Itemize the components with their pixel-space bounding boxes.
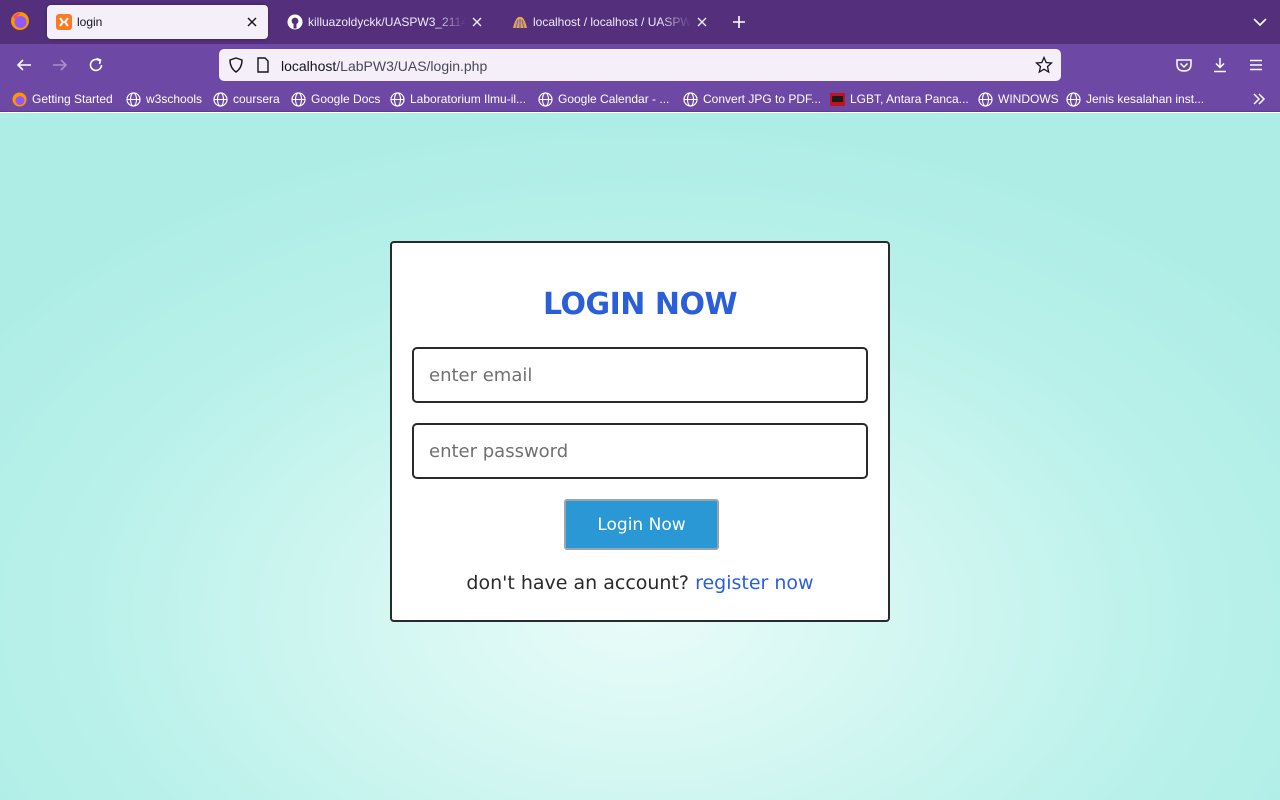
globe-icon [291,91,306,107]
tab-title: login [77,16,103,29]
url-path: /LabPW3/UAS/login.php [336,58,488,74]
close-tab-icon[interactable] [470,15,484,29]
close-tab-icon[interactable] [245,15,259,29]
bookmark-label: LGBT, Antara Panca... [850,92,969,106]
bookmark-google-calendar[interactable]: Google Calendar - ... [538,90,669,108]
url-text[interactable]: localhost/LabPW3/UAS/login.php [281,58,487,74]
globe-icon [1066,91,1081,107]
bookmark-windows[interactable]: WINDOWS [978,90,1059,108]
tab-strip: login killuazoldyckk/UASPW3_2114010 loca… [0,0,1280,44]
firefox-icon [12,92,27,106]
bookmark-label: w3schools [146,92,203,106]
firefox-menu-icon[interactable] [10,11,30,31]
tracking-protection-shield-icon[interactable] [227,56,245,74]
bookmark-getting-started[interactable]: Getting Started [12,90,113,108]
tab-title: localhost / localhost / UASPW3 / [533,16,691,29]
bookmark-star-icon[interactable] [1035,56,1053,74]
bookmark-lgbt[interactable]: LGBT, Antara Panca... [830,90,969,108]
close-tab-icon[interactable] [695,15,709,29]
pocket-icon[interactable] [1175,56,1193,74]
globe-icon [683,91,698,107]
tab-title: killuazoldyckk/UASPW3_2114010 [308,16,466,29]
page-info-icon[interactable] [256,57,270,73]
bookmark-label: coursera [233,92,280,106]
globe-icon [390,91,405,107]
bookmark-google-docs[interactable]: Google Docs [291,90,380,108]
bookmarks-toolbar: Getting Started w3schools coursera Googl… [0,86,1280,112]
login-submit-button[interactable]: Login Now [564,499,719,550]
register-prompt-line: don't have an account? register now [392,572,888,594]
chevron-double-right-icon[interactable] [1251,91,1267,107]
new-tab-plus-icon[interactable] [731,14,747,30]
site-icon [830,92,845,106]
globe-icon [538,91,553,107]
bookmark-label: Jenis kesalahan inst... [1086,92,1205,106]
bookmark-convert-jpg[interactable]: Convert JPG to PDF... [683,90,821,108]
bookmark-label: Google Docs [311,92,381,106]
tab-login[interactable]: login [47,5,268,39]
chevron-down-icon[interactable] [1252,15,1268,29]
bookmark-label: Getting Started [32,92,113,106]
login-form: LOGIN NOW Login Now don't have an accoun… [390,241,890,622]
reload-icon[interactable] [87,56,105,74]
bookmark-w3schools[interactable]: w3schools [126,90,202,108]
login-title: LOGIN NOW [542,287,738,322]
globe-icon [213,91,228,107]
globe-icon [978,91,993,107]
url-host: localhost [281,58,337,74]
navigation-toolbar: localhost/LabPW3/UAS/login.php [0,44,1280,86]
tab-phpmyadmin[interactable]: localhost / localhost / UASPW3 / [503,5,715,39]
phpmyadmin-icon [513,16,527,29]
back-arrow-icon[interactable] [15,56,33,74]
bookmark-label: Convert JPG to PDF... [703,92,822,106]
bookmark-laboratorium[interactable]: Laboratorium Ilmu-il... [390,90,526,108]
bookmark-label: Google Calendar - ... [558,92,670,106]
bookmark-label: Laboratorium Ilmu-il... [410,92,527,106]
address-bar[interactable]: localhost/LabPW3/UAS/login.php [219,49,1061,81]
xampp-icon [56,14,72,30]
register-link[interactable]: register now [695,572,814,594]
forward-arrow-icon[interactable] [51,56,69,74]
password-input[interactable] [412,423,868,479]
github-icon [287,14,303,30]
tab-github[interactable]: killuazoldyckk/UASPW3_2114010 [278,5,490,39]
download-icon[interactable] [1211,56,1229,74]
email-input[interactable] [412,347,868,403]
bookmark-coursera[interactable]: coursera [213,90,280,108]
bookmark-label: WINDOWS [998,92,1059,106]
register-prompt: don't have an account? [466,572,690,594]
bookmark-jenis-kesalahan[interactable]: Jenis kesalahan inst... [1066,90,1204,108]
page-viewport: LOGIN NOW Login Now don't have an accoun… [0,113,1280,800]
hamburger-menu-icon[interactable] [1247,56,1265,74]
globe-icon [126,91,141,107]
